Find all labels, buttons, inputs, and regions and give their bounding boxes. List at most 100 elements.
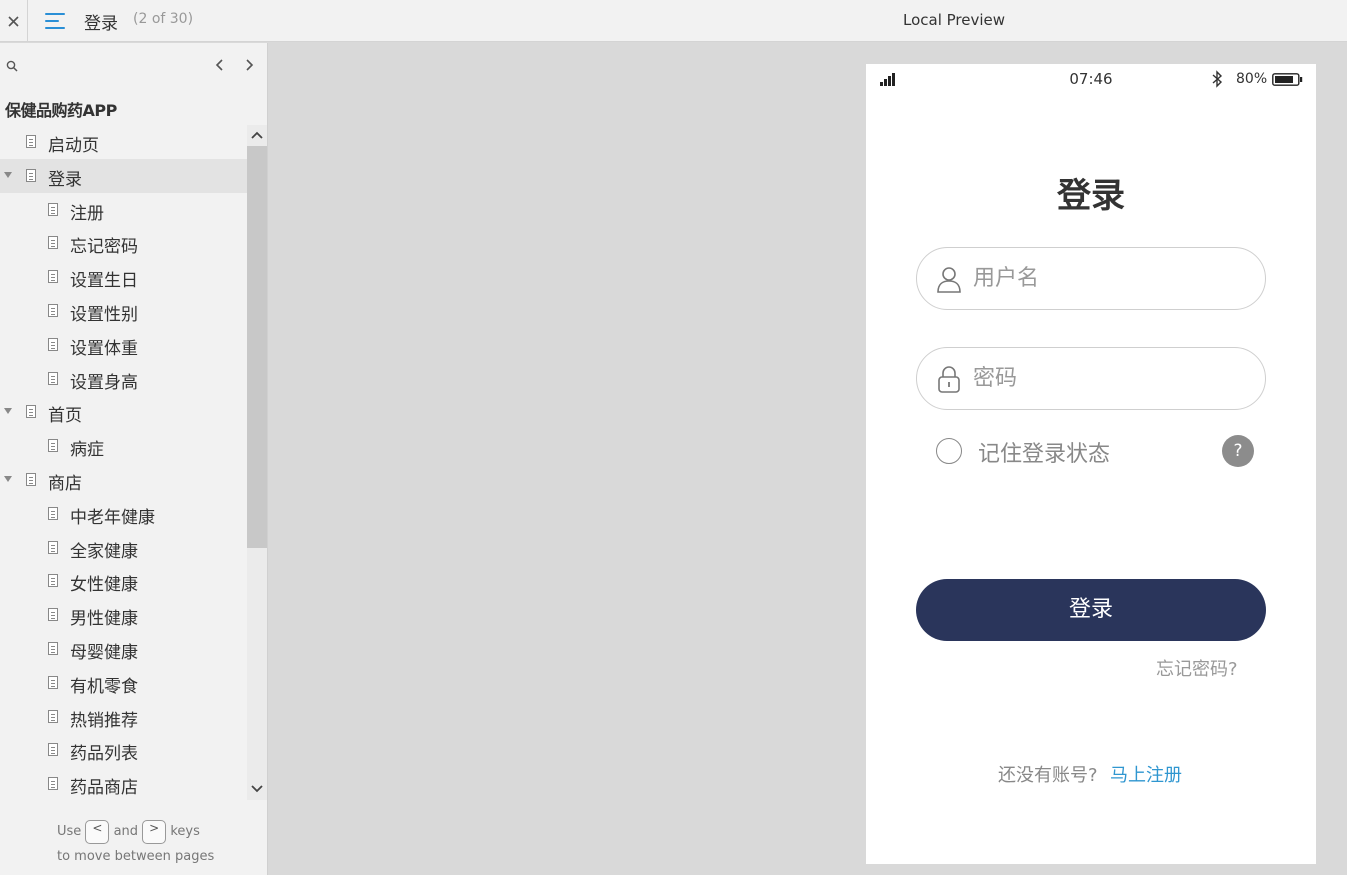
username-field[interactable] bbox=[916, 247, 1266, 310]
tree-item[interactable]: 有机零食 bbox=[0, 666, 247, 700]
page-icon bbox=[26, 473, 36, 486]
register-link[interactable]: 马上注册 bbox=[1110, 761, 1182, 787]
tree-item-label: 注册 bbox=[70, 204, 104, 224]
page-icon bbox=[48, 203, 58, 216]
tree-item-label: 病症 bbox=[70, 440, 104, 460]
tree-item[interactable]: 设置身高 bbox=[0, 362, 247, 396]
tree-item[interactable]: 全家健康 bbox=[0, 531, 247, 565]
page-icon bbox=[48, 777, 58, 790]
tree-item[interactable]: 登录 bbox=[0, 159, 247, 193]
sidebar: 保健品购药APP 启动页登录注册忘记密码设置生日 设置性别设置体重设置身高首页病症… bbox=[0, 43, 268, 875]
page-icon bbox=[48, 676, 58, 689]
tree-item[interactable]: 男性健康 bbox=[0, 598, 247, 632]
page-tree: 启动页登录注册忘记密码设置生日 设置性别设置体重设置身高首页病症商店中老年健康全家… bbox=[0, 125, 247, 796]
tree-item[interactable]: 忘记密码 bbox=[0, 226, 247, 260]
scroll-down-icon[interactable] bbox=[250, 783, 264, 795]
scroll-up-icon[interactable] bbox=[250, 129, 264, 141]
page-icon bbox=[26, 169, 36, 182]
tree-item-label: 药品商店 bbox=[70, 778, 138, 796]
page-icon bbox=[48, 507, 58, 520]
help-icon[interactable]: ? bbox=[1222, 435, 1254, 467]
tree-item-label: 中老年健康 bbox=[70, 508, 155, 528]
top-toolbar: 登录 (2 of 30) Local Preview bbox=[0, 0, 1347, 42]
expand-arrow-icon[interactable] bbox=[4, 476, 12, 482]
tree-item[interactable]: 商店 bbox=[0, 463, 247, 497]
next-page-icon[interactable] bbox=[241, 57, 257, 73]
scrollbar-thumb[interactable] bbox=[247, 146, 267, 548]
no-account-text: 还没有账号? bbox=[998, 765, 1098, 786]
close-button[interactable] bbox=[0, 0, 28, 42]
page-icon bbox=[26, 135, 36, 148]
tree-item-label: 设置体重 bbox=[70, 339, 138, 359]
next-key: > bbox=[142, 819, 167, 844]
password-field[interactable] bbox=[916, 347, 1266, 410]
page-title: 登录 bbox=[1057, 176, 1125, 216]
tree-item[interactable]: 女性健康 bbox=[0, 564, 247, 598]
tree-item[interactable]: 热销推荐 bbox=[0, 700, 247, 734]
hint-and: and bbox=[113, 824, 139, 839]
page-icon bbox=[48, 304, 58, 317]
prev-key: < bbox=[85, 819, 110, 844]
tree-item[interactable]: 设置性别 bbox=[0, 294, 247, 328]
remember-login-label[interactable]: 记住登录状态 bbox=[978, 436, 1110, 468]
tree-item-label: 设置身高 bbox=[70, 373, 138, 393]
page-icon bbox=[26, 405, 36, 418]
remember-login-radio[interactable] bbox=[936, 438, 962, 464]
user-icon bbox=[937, 267, 961, 293]
page-icon bbox=[48, 270, 58, 283]
tree-item-label: 登录 bbox=[48, 170, 82, 190]
battery-percent: 80% bbox=[1236, 71, 1268, 87]
page-icon bbox=[48, 541, 58, 554]
tree-item-label: 女性健康 bbox=[70, 575, 138, 595]
menu-icon[interactable] bbox=[45, 11, 67, 31]
close-icon bbox=[8, 15, 19, 27]
page-icon bbox=[48, 439, 58, 452]
username-input[interactable] bbox=[973, 258, 1243, 298]
tree-item[interactable]: 首页 bbox=[0, 395, 247, 429]
page-icon bbox=[48, 642, 58, 655]
forgot-password-link[interactable]: 忘记密码? bbox=[1156, 655, 1238, 681]
tree-item[interactable]: 母婴健康 bbox=[0, 632, 247, 666]
page-icon bbox=[48, 574, 58, 587]
page-icon bbox=[48, 743, 58, 756]
page-icon bbox=[48, 338, 58, 351]
preview-title: Local Preview bbox=[903, 11, 1006, 29]
search-icon[interactable] bbox=[6, 60, 18, 72]
page-icon bbox=[48, 372, 58, 385]
tree-item[interactable]: 设置体重 bbox=[0, 328, 247, 362]
tree-item-label: 全家健康 bbox=[70, 542, 138, 562]
expand-arrow-icon[interactable] bbox=[4, 172, 12, 178]
tree-item[interactable]: 设置生日 bbox=[0, 260, 247, 294]
hint-line2: to move between pages bbox=[57, 849, 215, 864]
page-icon bbox=[48, 710, 58, 723]
prev-page-icon[interactable] bbox=[212, 57, 228, 73]
tree-item-label: 热销推荐 bbox=[70, 711, 138, 731]
phone-preview: 07:46 80% 登录 记住登录状态 ? 登录 忘记密码? 还没有账号? 马上… bbox=[866, 64, 1316, 864]
tree-item-label: 启动页 bbox=[48, 136, 99, 156]
tree-item-label: 商店 bbox=[48, 474, 82, 494]
current-page-name: 登录 bbox=[84, 14, 118, 34]
battery-icon bbox=[1272, 73, 1303, 86]
tree-item[interactable]: 启动页 bbox=[0, 125, 247, 159]
tree-item-label: 有机零食 bbox=[70, 677, 138, 697]
hint-use: Use bbox=[57, 824, 82, 839]
tree-item[interactable]: 病症 bbox=[0, 429, 247, 463]
tree-item-label: 男性健康 bbox=[70, 609, 138, 629]
page-icon bbox=[48, 608, 58, 621]
login-button[interactable]: 登录 bbox=[916, 579, 1266, 641]
tree-item-label: 药品列表 bbox=[70, 744, 138, 764]
tree-item-label: 忘记密码 bbox=[70, 237, 138, 257]
expand-arrow-icon[interactable] bbox=[4, 408, 12, 414]
tree-item-label: 首页 bbox=[48, 406, 82, 426]
status-bar: 07:46 80% bbox=[866, 64, 1316, 94]
tree-item[interactable]: 中老年健康 bbox=[0, 497, 247, 531]
tree-item-label: 母婴健康 bbox=[70, 643, 138, 663]
project-title: 保健品购药APP bbox=[5, 101, 117, 120]
tree-item[interactable]: 药品列表 bbox=[0, 733, 247, 767]
tree-item[interactable]: 药品商店 bbox=[0, 767, 247, 796]
password-input[interactable] bbox=[973, 358, 1243, 398]
keyboard-hint: Use < and > keys to move between pages bbox=[57, 819, 214, 869]
tree-item[interactable]: 注册 bbox=[0, 193, 247, 227]
bluetooth-icon bbox=[1212, 70, 1223, 88]
lock-icon bbox=[938, 366, 960, 393]
